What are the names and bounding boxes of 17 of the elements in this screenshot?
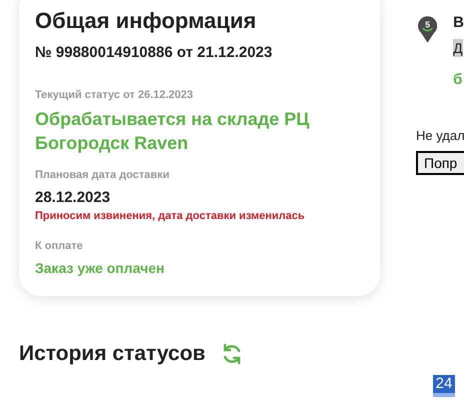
step-subtitle: Д — [453, 39, 463, 57]
counter-badge: 24 — [433, 375, 455, 397]
delivery-label: Плановая дата доставки — [35, 169, 170, 181]
section-title: История статусов — [19, 342, 206, 366]
delivery-date: 28.12.2023 — [35, 189, 112, 206]
order-status: Обрабатывается на складе РЦ Богородск Raven — [35, 108, 310, 155]
payment-label: К оплате — [35, 240, 84, 252]
delivery-note: Приносим извинения, дата доставки изменилась — [35, 210, 306, 222]
payment-status: Заказ уже оплачен — [35, 260, 166, 276]
order-number: № 99880014910886 от 21.12.2023 — [35, 44, 274, 61]
status-label: Текущий статус от 26.12.2023 — [35, 89, 194, 101]
step-title: В — [453, 14, 464, 31]
step-number: 5 — [425, 19, 430, 30]
notice-text: Не удал — [416, 128, 464, 143]
card-title: Общая информация — [35, 8, 258, 34]
step-status: б — [453, 71, 464, 88]
action-button[interactable]: Попр — [416, 151, 464, 175]
